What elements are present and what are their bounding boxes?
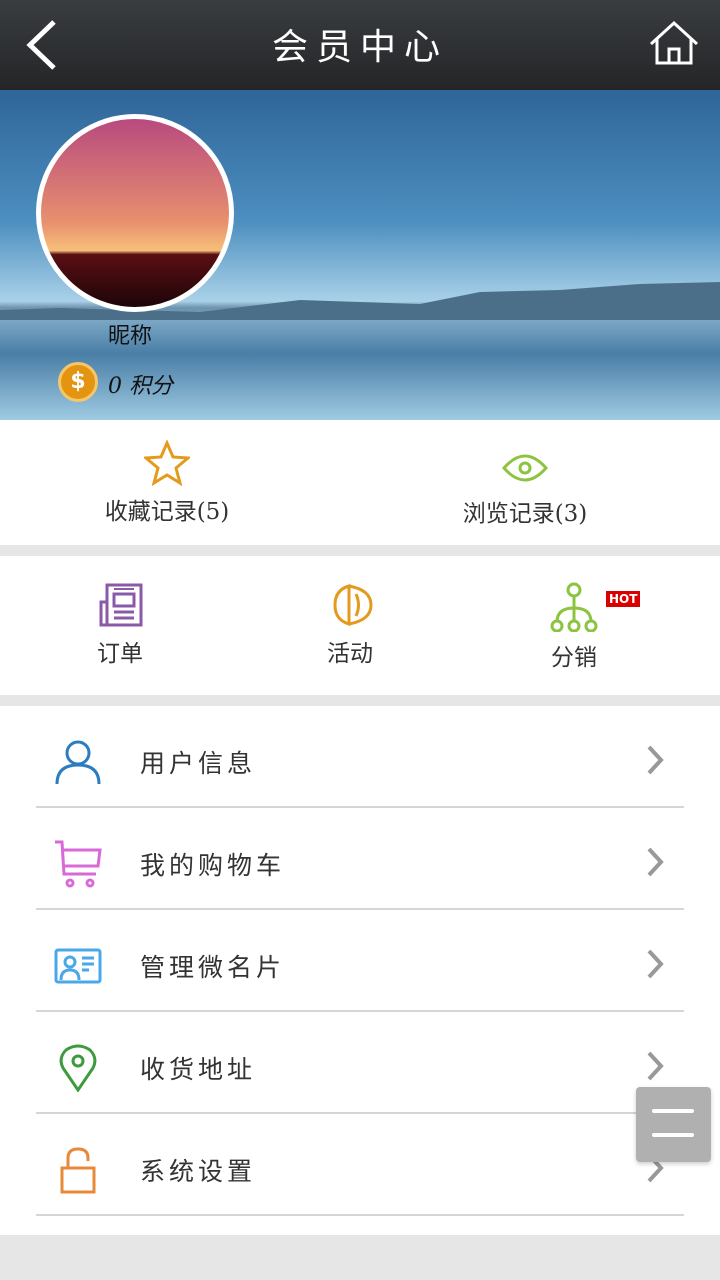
orders-label: 订单 xyxy=(97,641,143,667)
order-icon xyxy=(99,583,143,627)
menu-label: 收货地址 xyxy=(140,1055,257,1084)
lock-icon xyxy=(60,1147,96,1194)
coin-icon: $ xyxy=(58,362,98,402)
menu-item-address[interactable]: 收货地址 xyxy=(0,1016,720,1118)
network-icon xyxy=(550,582,598,632)
floating-menu-button[interactable] xyxy=(636,1087,711,1162)
divider xyxy=(36,1112,684,1114)
profile-banner: 昵称 $ 0 积分 xyxy=(0,90,720,420)
divider xyxy=(36,1214,684,1216)
menu-item-business-card[interactable]: 管理微名片 xyxy=(0,914,720,1016)
location-icon xyxy=(59,1044,97,1092)
menu-line-icon xyxy=(652,1109,694,1113)
divider xyxy=(36,1010,684,1012)
menu-line-icon xyxy=(652,1133,694,1137)
cart-icon xyxy=(55,840,102,888)
hot-badge: HOT xyxy=(606,591,641,607)
nickname: 昵称 xyxy=(108,324,153,349)
header: 会员中心 xyxy=(0,0,720,90)
user-icon xyxy=(55,740,101,785)
divider xyxy=(36,908,684,910)
chevron-right-icon xyxy=(647,949,664,979)
orders-button[interactable]: 订单 xyxy=(70,582,170,668)
distribution-label: 分销 xyxy=(551,645,597,671)
speaker-icon xyxy=(333,584,373,626)
functions-section: 订单 活动 分销 xyxy=(0,556,720,695)
chevron-right-icon xyxy=(647,1051,664,1081)
favorites-label: 收藏记录(5) xyxy=(104,499,230,525)
divider xyxy=(36,806,684,808)
menu-item-settings[interactable]: 系统设置 xyxy=(0,1118,720,1220)
menu-label: 管理微名片 xyxy=(140,953,286,982)
chevron-right-icon xyxy=(647,745,664,775)
activities-button[interactable]: 活动 xyxy=(300,582,400,668)
menu-label: 我的购物车 xyxy=(140,851,286,880)
star-icon xyxy=(144,440,190,486)
menu-label: 用户信息 xyxy=(140,749,257,778)
history-label: 浏览记录(3) xyxy=(462,501,588,527)
page-title: 会员中心 xyxy=(271,27,448,68)
activities-label: 活动 xyxy=(327,641,373,667)
menu-item-user-info[interactable]: 用户信息 xyxy=(0,710,720,812)
menu-label: 系统设置 xyxy=(140,1157,257,1186)
eye-icon xyxy=(502,454,548,482)
home-icon[interactable] xyxy=(648,20,700,66)
card-icon xyxy=(54,948,102,984)
points: 0 积分 xyxy=(108,374,173,399)
favorites-button[interactable]: 收藏记录(5) xyxy=(92,440,242,526)
records-section: 收藏记录(5) 浏览记录(3) xyxy=(0,420,720,545)
chevron-right-icon xyxy=(647,847,664,877)
avatar[interactable] xyxy=(36,114,234,312)
menu-item-cart[interactable]: 我的购物车 xyxy=(0,812,720,914)
history-button[interactable]: 浏览记录(3) xyxy=(450,448,600,528)
menu-list: 用户信息 我的购物车 管理微名片 收货地址 系统设置 xyxy=(0,706,720,1235)
